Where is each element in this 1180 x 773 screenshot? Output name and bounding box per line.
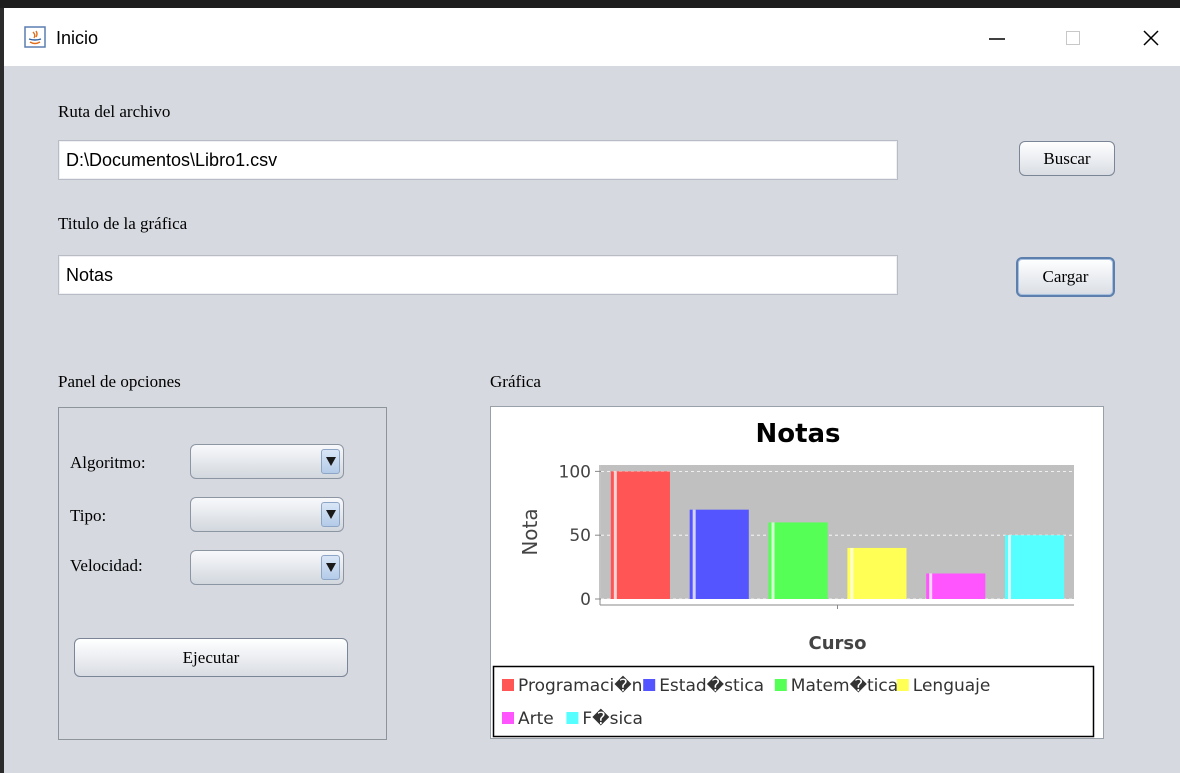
chevron-down-icon[interactable] [321,555,340,580]
bar-highlight [850,547,854,599]
bar-highlight [771,522,775,599]
close-icon [1143,30,1159,46]
load-button[interactable]: Cargar [1016,257,1115,297]
run-button[interactable]: Ejecutar [74,638,348,677]
bar [1005,535,1065,599]
window-frame-top [0,0,1180,8]
chart-title: Notas [755,419,840,449]
bar [689,509,749,599]
bar [847,547,907,599]
speed-label: Velocidad: [70,556,143,575]
chart-panel-title: Gráfica [490,372,541,391]
title-bar[interactable]: Inicio [4,8,1180,66]
type-label: Tipo: [70,506,107,525]
speed-combobox[interactable] [190,550,344,585]
bar-highlight [929,573,933,599]
bar-highlight [692,509,696,599]
file-path-input[interactable]: D:\Documentos\Libro1.csv [58,140,898,180]
bar [926,573,986,599]
options-panel-title: Panel de opciones [58,372,181,391]
type-combobox[interactable] [190,497,344,532]
minimize-button[interactable] [974,18,1020,58]
legend-swatch [502,679,514,691]
legend-swatch [896,679,909,691]
algorithm-label: Algoritmo: [70,453,146,472]
y-tick-label: 50 [569,526,591,546]
algorithm-combobox[interactable] [190,444,344,479]
legend-label: Programaci�n [518,675,642,696]
bar [768,522,828,599]
chevron-down-icon[interactable] [321,449,340,474]
maximize-icon [1066,31,1080,45]
window-title: Inicio [56,28,99,48]
browse-button[interactable]: Buscar [1019,141,1115,176]
plot-area [601,465,1074,599]
minimize-icon [989,38,1005,40]
legend-label: F�sica [582,708,643,729]
chevron-down-icon[interactable] [321,502,340,527]
chart-title-input[interactable]: Notas [58,255,898,295]
y-tick-label: 0 [580,590,591,610]
x-axis-label: Curso [809,633,867,654]
y-axis-label: Nota [518,508,542,555]
bar-highlight [613,471,617,599]
main-content: Ruta del archivo D:\Documentos\Libro1.cs… [4,66,1180,773]
bar-highlight [1008,535,1012,599]
maximize-button[interactable] [1050,18,1096,58]
legend-label: Lenguaje [913,676,991,696]
legend-swatch [502,712,514,724]
legend-swatch [566,712,579,724]
bar [610,471,670,599]
file-path-label: Ruta del archivo [58,102,171,121]
legend-label: Estad�stica [659,675,764,696]
chart-panel: Notas 0 50 100 Curso Nota Programaci�n Estad�st… [490,406,1104,739]
y-tick-label: 100 [559,462,591,482]
bar-chart: Notas 0 50 100 Curso Nota Programaci�n Estad�st… [492,419,1095,738]
close-button[interactable] [1128,18,1174,58]
legend-swatch [643,679,656,691]
legend-label: Matem�tica [791,675,898,696]
legend-label: Arte [518,709,554,729]
legend-swatch [774,679,787,691]
java-app-icon [24,26,46,48]
chart-title-label: Titulo de la gráfica [58,214,188,233]
